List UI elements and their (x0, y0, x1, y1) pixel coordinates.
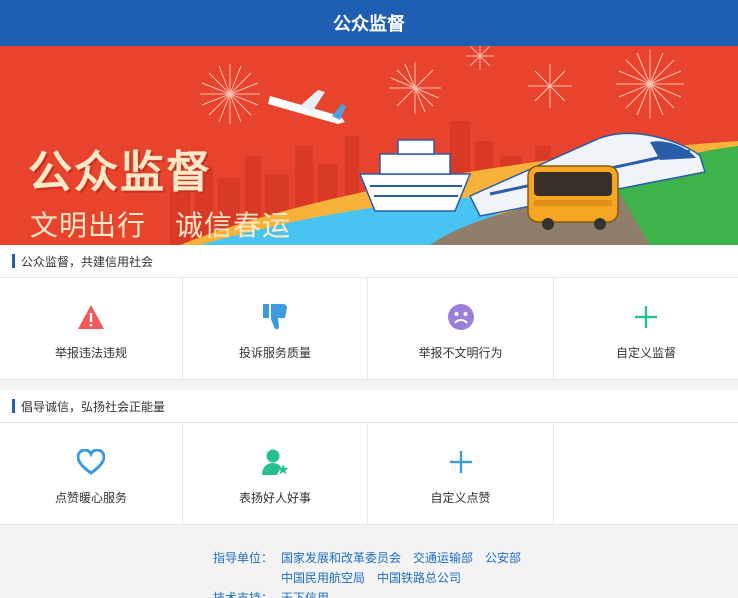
guide-link[interactable]: 中国铁路总公司 (377, 569, 461, 586)
thumbs-down-icon (260, 302, 290, 332)
section-gap (0, 380, 738, 390)
cell-label: 自定义监督 (615, 346, 676, 360)
plus-icon (446, 447, 476, 477)
tech-label: 技术支持： (212, 590, 273, 598)
sad-face-icon (446, 302, 476, 332)
plus-icon (631, 302, 661, 332)
footer: 指导单位： 国家发展和改革委员会 交通运输部 公安部 中国民用航空局 中国铁路总… (0, 525, 738, 598)
empty-cell (554, 423, 738, 524)
praise-service-button[interactable]: 点赞暖心服务 (0, 423, 183, 524)
report-violation-button[interactable]: 举报违法违规 (0, 278, 183, 379)
footer-guide-row: 指导单位： 国家发展和改革委员会 交通运输部 公安部 (0, 547, 738, 567)
cell-label: 表扬好人好事 (238, 491, 311, 505)
section-header-supervision: 公众监督，共建信用社会 (0, 245, 738, 278)
footer-guide-row-2: 中国民用航空局 中国铁路总公司 (0, 567, 738, 587)
section-title: 倡导诚信，弘扬社会正能量 (21, 399, 166, 414)
tech-link[interactable]: 天下信用 (281, 589, 329, 598)
airplane-illustration (268, 90, 346, 124)
footer-tech-row: 技术支持： 天下信用 (0, 587, 738, 598)
custom-supervision-button[interactable]: 自定义监督 (554, 278, 738, 379)
cell-label: 点赞暖心服务 (54, 491, 127, 505)
cell-label: 举报不文明行为 (418, 346, 503, 360)
guide-label: 指导单位： (212, 550, 273, 565)
guide-link[interactable]: 国家发展和改革委员会 (281, 549, 401, 566)
page: 公众监督 公众监督 文明出行 诚信春运 公众监督，共建信用社会 举报违法违规 投… (0, 0, 738, 598)
guide-link[interactable]: 交通运输部 (413, 549, 473, 566)
guide-link[interactable]: 中国民用航空局 (281, 569, 365, 586)
banner-title: 公众监督 (28, 147, 212, 198)
cell-label: 自定义点赞 (430, 491, 491, 505)
cell-label: 举报违法违规 (54, 346, 127, 360)
fireworks (200, 46, 684, 124)
person-star-icon (260, 447, 290, 477)
guide-links: 中国民用航空局 中国铁路总公司 (281, 569, 473, 586)
guide-links: 国家发展和改革委员会 交通运输部 公安部 (281, 549, 533, 566)
bus-illustration (527, 165, 619, 230)
warning-icon (76, 302, 106, 332)
section-title: 公众监督，共建信用社会 (21, 254, 154, 269)
supervision-grid: 举报违法违规 投诉服务质量 举报不文明行为 自定义监督 (0, 278, 738, 380)
top-bar: 公众监督 (0, 0, 738, 46)
complain-service-button[interactable]: 投诉服务质量 (183, 278, 368, 379)
praise-good-deeds-button[interactable]: 表扬好人好事 (183, 423, 368, 524)
custom-praise-button[interactable]: 自定义点赞 (368, 423, 554, 524)
section-accent-bar (12, 254, 15, 268)
praise-grid: 点赞暖心服务 表扬好人好事 自定义点赞 (0, 423, 738, 525)
cell-label: 投诉服务质量 (238, 346, 311, 360)
guide-link[interactable]: 公安部 (485, 549, 521, 566)
section-accent-bar (12, 399, 15, 413)
section-header-praise: 倡导诚信，弘扬社会正能量 (0, 390, 738, 423)
report-uncivil-button[interactable]: 举报不文明行为 (368, 278, 554, 379)
banner-subtitle: 文明出行 诚信春运 (30, 209, 292, 242)
banner: 公众监督 文明出行 诚信春运 (0, 46, 738, 245)
heart-icon (76, 447, 106, 477)
page-title: 公众监督 (333, 14, 405, 35)
